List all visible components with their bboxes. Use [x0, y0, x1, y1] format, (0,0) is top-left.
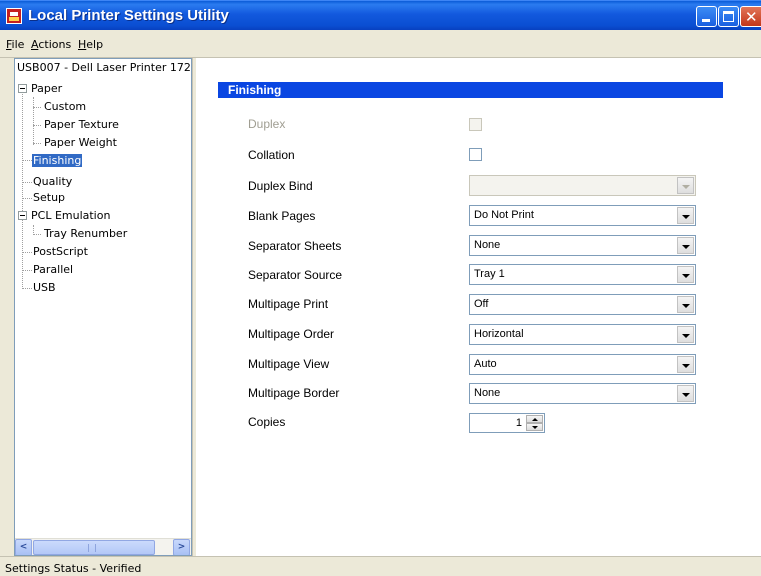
tree-guide-line: [22, 270, 32, 271]
tree-item-setup[interactable]: Setup: [32, 190, 66, 206]
duplex-bind-dropdown[interactable]: [469, 175, 696, 196]
tree-item-tray-renumber[interactable]: Tray Renumber: [43, 226, 128, 242]
grip-icon: [88, 544, 96, 552]
printer-app-icon[interactable]: [6, 8, 22, 24]
status-bar: Settings Status - Verified: [0, 556, 761, 576]
tree-guide-line: [33, 107, 41, 108]
dropdown-arrow-icon[interactable]: [677, 356, 694, 373]
multipage-print-dropdown[interactable]: Off: [469, 294, 696, 315]
menu-bar: File Actions Help: [0, 30, 761, 58]
scroll-right-button[interactable]: >: [173, 539, 190, 555]
tree-item-pcl-emulation[interactable]: PCL Emulation: [18, 208, 111, 224]
minimize-icon: [702, 19, 710, 22]
tree-guide-line: [33, 143, 41, 144]
tree-root[interactable]: USB007 - Dell Laser Printer 172: [16, 60, 191, 76]
finishing-panel: Finishing Duplex Collation Duplex Bind B…: [196, 58, 761, 556]
separator-sheets-label: Separator Sheets: [248, 239, 342, 253]
duplex-bind-label: Duplex Bind: [248, 179, 313, 193]
duplex-checkbox[interactable]: [469, 118, 482, 131]
multipage-view-dropdown[interactable]: Auto: [469, 354, 696, 375]
dropdown-arrow-icon[interactable]: [677, 237, 694, 254]
chevron-left-icon: <: [19, 542, 28, 552]
dropdown-arrow-icon[interactable]: [677, 385, 694, 402]
tree-guide-line: [22, 182, 32, 183]
tree-guide-line: [33, 125, 41, 126]
dropdown-arrow-icon[interactable]: [677, 177, 694, 194]
menu-help[interactable]: Help: [78, 38, 103, 51]
tree-guide-line: [22, 252, 32, 253]
dropdown-arrow-icon[interactable]: [677, 207, 694, 224]
multipage-order-label: Multipage Order: [248, 327, 335, 341]
tree-guide-line: [22, 198, 32, 199]
tree-item-usb[interactable]: USB: [32, 280, 57, 296]
tree-guide-line: [22, 288, 32, 289]
close-button[interactable]: ✕: [740, 6, 761, 27]
collation-label: Collation: [248, 148, 295, 162]
dropdown-arrow-icon[interactable]: [677, 326, 694, 343]
dropdown-arrow-icon[interactable]: [677, 296, 694, 313]
separator-source-dropdown[interactable]: Tray 1: [469, 264, 696, 285]
dropdown-arrow-icon[interactable]: [677, 266, 694, 283]
copies-spinner[interactable]: 1: [469, 413, 545, 433]
close-icon: ✕: [745, 8, 758, 26]
blank-pages-label: Blank Pages: [248, 209, 316, 223]
maximize-icon: [723, 11, 734, 22]
separator-source-label: Separator Source: [248, 268, 343, 282]
tree-item-paper-weight[interactable]: Paper Weight: [43, 135, 118, 151]
copies-label: Copies: [248, 415, 286, 429]
multipage-order-dropdown[interactable]: Horizontal: [469, 324, 696, 345]
tree-guide-line: [22, 160, 32, 161]
tree-guide-line: [33, 234, 41, 235]
menu-actions[interactable]: Actions: [31, 38, 71, 51]
multipage-border-dropdown[interactable]: None: [469, 383, 696, 404]
spin-up-icon[interactable]: [526, 415, 543, 423]
title-bar[interactable]: Local Printer Settings Utility ✕: [0, 0, 761, 30]
status-text: Settings Status - Verified: [5, 562, 142, 575]
separator-sheets-dropdown[interactable]: None: [469, 235, 696, 256]
window-title: Local Printer Settings Utility: [28, 7, 229, 24]
collapse-icon[interactable]: [18, 83, 27, 93]
tree-item-paper-texture[interactable]: Paper Texture: [43, 117, 120, 133]
collapse-icon[interactable]: [18, 210, 27, 220]
tree-guide-line: [33, 97, 34, 145]
collation-checkbox[interactable]: [469, 148, 482, 161]
tree-guide-line: [22, 89, 23, 289]
tree-item-parallel[interactable]: Parallel: [32, 262, 74, 278]
duplex-label: Duplex: [248, 117, 286, 131]
chevron-right-icon: >: [177, 542, 186, 552]
tree-guide-line: [33, 225, 34, 233]
tree-item-quality[interactable]: Quality: [32, 174, 73, 190]
maximize-button[interactable]: [718, 6, 739, 27]
tree-horizontal-scrollbar[interactable]: < >: [15, 538, 191, 555]
multipage-border-label: Multipage Border: [248, 386, 340, 400]
scroll-left-button[interactable]: <: [15, 539, 32, 555]
tree-item-postscript[interactable]: PostScript: [32, 244, 89, 260]
tree-item-finishing[interactable]: Finishing: [30, 153, 84, 169]
multipage-print-label: Multipage Print: [248, 297, 329, 311]
scrollbar-thumb[interactable]: [33, 540, 155, 555]
settings-tree[interactable]: USB007 - Dell Laser Printer 172 Paper Cu…: [14, 58, 192, 556]
tree-item-paper[interactable]: Paper: [18, 81, 63, 97]
spin-down-icon[interactable]: [526, 423, 543, 431]
minimize-button[interactable]: [696, 6, 717, 27]
menu-file[interactable]: File: [6, 38, 24, 51]
multipage-view-label: Multipage View: [248, 357, 330, 371]
section-header: Finishing: [218, 82, 723, 98]
tree-item-custom[interactable]: Custom: [43, 99, 87, 115]
blank-pages-dropdown[interactable]: Do Not Print: [469, 205, 696, 226]
